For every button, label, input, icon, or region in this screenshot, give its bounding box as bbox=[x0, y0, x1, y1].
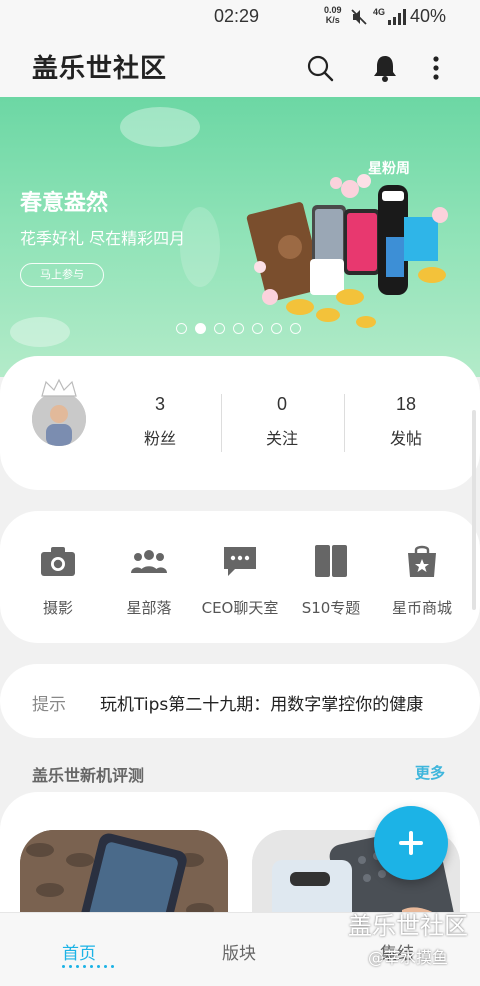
shortcut-tribe[interactable]: 星部落 bbox=[101, 543, 197, 618]
shortcut-ceo-chat[interactable]: CEO聊天室 bbox=[192, 543, 288, 618]
stat-posts-label: 发帖 bbox=[389, 429, 422, 448]
scroll-edge-indicator bbox=[472, 410, 476, 610]
stat-posts-value: 18 bbox=[395, 394, 417, 414]
group-icon bbox=[131, 550, 167, 573]
phones-icon bbox=[315, 545, 347, 577]
search-icon[interactable] bbox=[306, 54, 334, 82]
banner-headline: 春意盎然 bbox=[20, 191, 109, 216]
battery-level: 40% bbox=[410, 6, 447, 26]
stat-followers-value: 3 bbox=[154, 394, 165, 414]
banner-join-button[interactable]: 马上参与 bbox=[20, 263, 104, 287]
shortcut-grid: 摄影 星部落 CEO聊天室 S10专题 星币商城 bbox=[0, 511, 480, 643]
bell-icon[interactable] bbox=[372, 54, 398, 82]
stat-following[interactable]: 0 关注 bbox=[222, 394, 342, 449]
tab-boards[interactable]: 版块 bbox=[222, 939, 256, 964]
shortcut-mall[interactable]: 星币商城 bbox=[374, 543, 470, 618]
divider bbox=[344, 394, 345, 452]
shortcut-label: 摄影 bbox=[42, 599, 73, 617]
notice-bar[interactable]: 提示 玩机Tips第二十九期：用数字掌控你的健康 bbox=[0, 664, 480, 738]
signal-icon bbox=[388, 9, 406, 25]
stat-followers-label: 粉丝 bbox=[143, 429, 176, 448]
banner-badge: 星粉周 bbox=[368, 160, 410, 177]
net-speed: 0.09 K/s bbox=[324, 5, 342, 25]
profile-card: 3 粉丝 0 关注 18 发帖 bbox=[0, 356, 480, 490]
mute-icon bbox=[351, 9, 367, 25]
camera-icon bbox=[41, 547, 75, 576]
status-bar: 02:29 0.09 K/s 4G 40% bbox=[0, 0, 480, 34]
status-time: 02:29 bbox=[214, 6, 260, 26]
pagination-dot[interactable] bbox=[290, 323, 301, 334]
app-header: 盖乐世社区 bbox=[0, 34, 480, 98]
shopping-bag-icon bbox=[408, 545, 436, 577]
more-vertical-icon[interactable] bbox=[428, 54, 444, 82]
active-tab-indicator bbox=[62, 965, 114, 968]
plus-icon bbox=[399, 831, 423, 855]
shortcut-label: CEO聊天室 bbox=[201, 599, 279, 617]
stat-posts[interactable]: 18 发帖 bbox=[346, 394, 466, 449]
pagination-dot[interactable] bbox=[214, 323, 225, 334]
section-title: 盖乐世新机评测 bbox=[32, 766, 145, 785]
shortcut-s10[interactable]: S10专题 bbox=[283, 543, 379, 618]
chat-icon bbox=[224, 547, 256, 576]
app-title: 盖乐世社区 bbox=[32, 54, 168, 84]
pagination-dot[interactable] bbox=[233, 323, 244, 334]
notice-text[interactable]: 玩机Tips第二十九期：用数字掌控你的健康 bbox=[100, 690, 423, 715]
watermark-author: @莘水摸鱼 bbox=[368, 948, 449, 967]
banner-subtitle: 花季好礼 尽在精彩四月 bbox=[20, 229, 186, 248]
section-more-link[interactable]: 更多 bbox=[415, 762, 445, 783]
stat-following-label: 关注 bbox=[265, 429, 298, 448]
stat-followers[interactable]: 3 粉丝 bbox=[100, 394, 220, 449]
pagination-dot[interactable] bbox=[176, 323, 187, 334]
shortcut-label: 星币商城 bbox=[391, 599, 452, 617]
avatar[interactable] bbox=[32, 392, 86, 446]
create-post-fab[interactable] bbox=[374, 806, 448, 880]
tab-home[interactable]: 首页 bbox=[62, 939, 96, 964]
watermark-title: 盖乐世社区 bbox=[348, 912, 468, 940]
notice-tag: 提示 bbox=[32, 695, 66, 715]
banner-decoration bbox=[180, 207, 220, 287]
pagination-dot-active[interactable] bbox=[195, 323, 206, 334]
network-type: 4G bbox=[373, 7, 386, 17]
crown-icon bbox=[41, 378, 77, 397]
shortcut-label: 星部落 bbox=[126, 599, 172, 617]
avatar-image bbox=[32, 392, 86, 446]
banner-decoration bbox=[10, 317, 70, 347]
banner-decoration bbox=[120, 107, 200, 147]
stat-following-value: 0 bbox=[276, 394, 287, 414]
pagination-dot[interactable] bbox=[252, 323, 263, 334]
shortcut-photography[interactable]: 摄影 bbox=[10, 543, 106, 618]
shortcut-label: S10专题 bbox=[301, 599, 361, 617]
banner-pagination bbox=[176, 323, 301, 337]
promo-banner[interactable]: 春意盎然 花季好礼 尽在精彩四月 马上参与 星粉周 bbox=[0, 97, 480, 377]
pagination-dot[interactable] bbox=[271, 323, 282, 334]
